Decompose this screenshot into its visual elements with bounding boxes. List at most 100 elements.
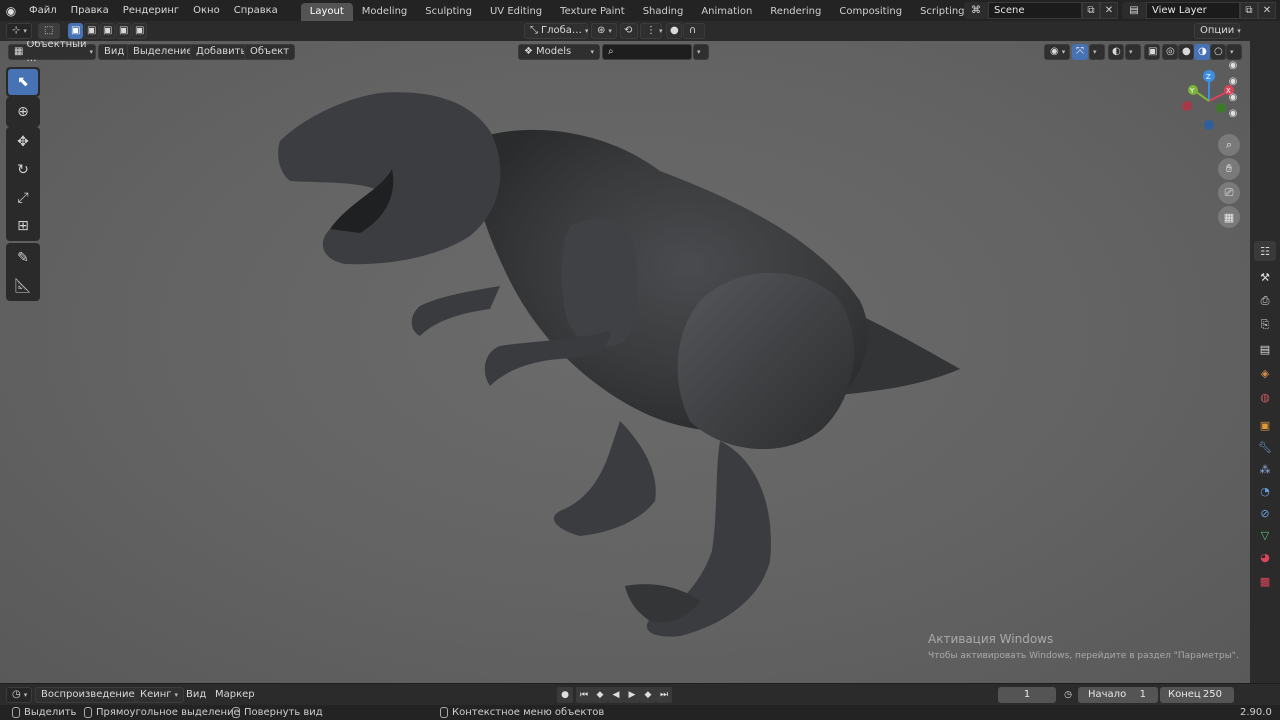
timeline-view-menu[interactable]: Вид: [180, 687, 212, 703]
zoom-icon[interactable]: ⌕: [1218, 134, 1240, 156]
render-icon[interactable]: ⎙: [1254, 291, 1276, 311]
scene-icon[interactable]: ⌘: [964, 2, 988, 19]
select-new-icon[interactable]: ▣: [68, 23, 83, 39]
copy-scene-icon[interactable]: ⧉: [1082, 2, 1100, 19]
end-frame-field[interactable]: Конец 250: [1160, 687, 1234, 703]
modifier-wrench-icon[interactable]: 🔧︎: [1254, 437, 1276, 457]
tab-texture-paint[interactable]: Texture Paint: [551, 3, 634, 21]
mouse-middle-icon: [84, 707, 92, 718]
particles-icon[interactable]: ⁂: [1254, 459, 1276, 479]
physics-icon[interactable]: ◔: [1254, 481, 1276, 501]
menu-file[interactable]: Файл: [22, 0, 64, 21]
record-icon[interactable]: ●: [557, 687, 573, 703]
start-frame-field[interactable]: Начало 1: [1078, 687, 1158, 703]
tool-settings-header: ⊹ ▾ ⬚ ▣ ▣ ▣ ▣ ▣ ⤡ Глоба… ▾ ⊛ ▾ ⟲ ⋮ ▾ ● ∩ Оп…: [0, 21, 1280, 41]
playback-dropdown[interactable]: Воспроизведение ▾: [35, 687, 148, 703]
play-reverse-icon[interactable]: ◀: [608, 687, 624, 703]
menu-render[interactable]: Рендеринг: [116, 0, 186, 21]
output-icon[interactable]: ⎘: [1254, 315, 1276, 335]
mouse-right-icon: [232, 707, 240, 718]
eye-icon[interactable]: ◉: [1226, 77, 1240, 87]
view-layer-name-field[interactable]: View Layer: [1146, 2, 1240, 19]
delete-view-layer-icon[interactable]: ✕: [1258, 2, 1276, 19]
neg-x-axis-icon[interactable]: [1182, 101, 1192, 111]
dinosaur-mesh[interactable]: [0, 41, 1250, 683]
play-icon[interactable]: ▶: [624, 687, 640, 703]
perspective-grid-icon[interactable]: ▦: [1218, 206, 1240, 228]
watermark-title: Активация Windows: [928, 632, 1054, 646]
pan-hand-icon[interactable]: ✋︎: [1218, 158, 1240, 180]
end-frame-label: Конец: [1168, 689, 1201, 700]
select-intersect-icon[interactable]: ▣: [132, 23, 147, 39]
falloff-icon[interactable]: ∩: [683, 23, 705, 39]
options-dropdown[interactable]: Опции ▾: [1194, 23, 1241, 39]
prev-keyframe-icon[interactable]: ◆: [592, 687, 608, 703]
proportional-edit-icon[interactable]: ●: [666, 23, 682, 39]
neg-y-axis-icon[interactable]: [1216, 103, 1226, 113]
top-menu-bar: ◉ Файл Правка Рендеринг Окно Справка Lay…: [0, 0, 1280, 21]
eye-icon[interactable]: ◉: [1226, 61, 1240, 71]
end-frame-value: 250: [1202, 689, 1222, 700]
stopwatch-icon[interactable]: ◷: [1060, 687, 1076, 703]
editor-type-icon[interactable]: ☷: [1254, 241, 1276, 261]
keying-dropdown[interactable]: Кеинг ▾: [134, 687, 185, 703]
start-frame-value: 1: [1139, 689, 1146, 700]
snap-target-icon[interactable]: ⋮ ▾: [640, 23, 663, 39]
3d-viewport[interactable]: ▦ Объектный … ▾ Вид Выделение Добавить О…: [0, 41, 1250, 683]
cursor-tool-icon[interactable]: ⬚: [38, 23, 60, 39]
menu-help[interactable]: Справка: [227, 0, 285, 21]
playback-label: Воспроизведение: [41, 689, 135, 700]
neg-z-axis-icon[interactable]: [1204, 120, 1214, 130]
material-icon[interactable]: ◕: [1254, 547, 1276, 567]
world-icon[interactable]: ◍: [1254, 387, 1276, 407]
select-invert-icon[interactable]: ▣: [116, 23, 131, 39]
jump-start-icon[interactable]: ⏮: [576, 687, 592, 703]
scene-icon[interactable]: ◈: [1254, 363, 1276, 383]
tab-shading[interactable]: Shading: [634, 3, 693, 21]
timeline-marker-menu[interactable]: Маркер: [209, 687, 261, 703]
timeline-editor-type-icon[interactable]: ◷ ▾: [6, 687, 32, 703]
windows-activation-watermark: Активация Windows Чтобы активировать Win…: [928, 632, 1239, 661]
tab-rendering[interactable]: Rendering: [761, 3, 830, 21]
view-layer-icon[interactable]: ▤: [1122, 2, 1146, 19]
eye-icon[interactable]: ◉: [1226, 93, 1240, 103]
tab-sculpting[interactable]: Sculpting: [416, 3, 481, 21]
scene-selector: ⌘ Scene ⧉ ✕: [964, 2, 1118, 19]
editor-type-icon[interactable]: ⊹ ▾: [6, 23, 32, 39]
status-box-select-hint: Прямоугольное выделение: [84, 705, 240, 720]
next-keyframe-icon[interactable]: ◆: [640, 687, 656, 703]
chevron-down-icon: ▾: [1237, 27, 1241, 35]
copy-view-layer-icon[interactable]: ⧉: [1240, 2, 1258, 19]
data-mesh-icon[interactable]: ▽: [1254, 525, 1276, 545]
jump-end-icon[interactable]: ⏭: [656, 687, 672, 703]
delete-scene-icon[interactable]: ✕: [1100, 2, 1118, 19]
properties-tabs: ☷ ⚒ ⎙ ⎘ ▤ ◈ ◍ ▣ 🔧︎ ⁂ ◔ ⊘ ▽ ◕ ▩: [1250, 41, 1280, 683]
pivot-point-icon[interactable]: ⊛ ▾: [591, 23, 617, 39]
current-frame-field[interactable]: 1: [998, 687, 1056, 703]
tab-uv-editing[interactable]: UV Editing: [481, 3, 551, 21]
tab-compositing[interactable]: Compositing: [830, 3, 911, 21]
blender-logo-icon[interactable]: ◉: [0, 0, 22, 21]
menu-edit[interactable]: Правка: [64, 0, 116, 21]
tool-settings-icon[interactable]: ⚒: [1254, 267, 1276, 287]
camera-view-icon[interactable]: ⎚: [1218, 182, 1240, 204]
start-frame-label: Начало: [1088, 689, 1127, 700]
constraints-icon[interactable]: ⊘: [1254, 503, 1276, 523]
eye-icon[interactable]: ◉: [1226, 109, 1240, 119]
object-icon[interactable]: ▣: [1254, 415, 1276, 435]
status-select-hint: Выделить: [12, 705, 76, 720]
tab-modeling[interactable]: Modeling: [353, 3, 417, 21]
scene-name-field[interactable]: Scene: [988, 2, 1082, 19]
snap-toggle-icon[interactable]: ⟲: [620, 23, 638, 39]
status-context-hint: Контекстное меню объектов: [440, 705, 604, 720]
menu-window[interactable]: Окно: [186, 0, 227, 21]
keying-label: Кеинг: [140, 689, 172, 700]
select-subtract-icon[interactable]: ▣: [100, 23, 115, 39]
tab-animation[interactable]: Animation: [692, 3, 761, 21]
texture-icon[interactable]: ▩: [1254, 571, 1276, 591]
tab-layout[interactable]: Layout: [300, 3, 353, 21]
select-extend-icon[interactable]: ▣: [84, 23, 99, 39]
timeline-header: ◷▾ Воспроизведение ▾ Кеинг ▾ Вид Маркер …: [0, 683, 1280, 705]
view-layer-icon[interactable]: ▤: [1254, 339, 1276, 359]
transform-orientation-dropdown[interactable]: ⤡ Глоба… ▾: [524, 23, 588, 39]
